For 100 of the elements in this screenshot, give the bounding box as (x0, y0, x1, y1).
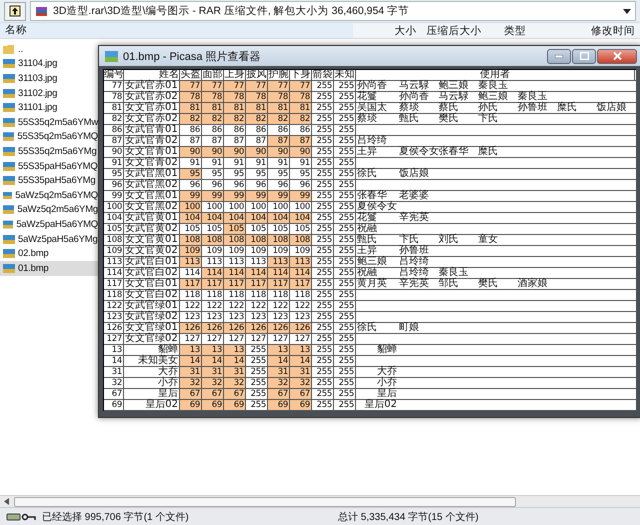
table-cell: 255 (334, 81, 356, 91)
column-header[interactable]: 名称 (0, 23, 354, 38)
table-cell: 81 (290, 103, 312, 113)
file-item[interactable]: 01.bmp (0, 260, 98, 276)
table-cell-text: 秦良玉 (516, 92, 548, 102)
table-cell-text: 花鬘 (356, 92, 378, 102)
table-cell: 78 (224, 92, 246, 102)
file-item[interactable]: 55S35q2m5a6YMw (0, 114, 98, 130)
table-header: 未知 (334, 70, 356, 80)
window-title: 01.bmp - Picasa 照片查看器 (123, 50, 262, 64)
file-item[interactable]: 5aWz5q2m5a6YMQ (0, 188, 98, 203)
table-cell: 99 (202, 191, 224, 201)
file-item[interactable]: 55S35paH5a6YMg (0, 173, 98, 188)
table-header: 面部 (202, 70, 224, 80)
table-cell: 109 (224, 246, 246, 256)
table-cell: 255 (312, 268, 334, 278)
table-cell: 32 (180, 378, 202, 388)
table-cell-text: 老婆婆 (398, 191, 430, 201)
table-cell: 126 (268, 323, 290, 333)
file-item[interactable]: 31103.jpg (0, 71, 98, 86)
table-cell-text: 饭店娘 (398, 169, 430, 179)
table-cell: 255 (312, 136, 334, 146)
table-cell: 91 (246, 158, 268, 168)
table-cell: 105 (268, 224, 290, 234)
column-header[interactable]: 类型 (498, 24, 586, 38)
table-cell: 118 (202, 290, 224, 300)
table-cell: 255 (334, 246, 356, 256)
file-item[interactable]: 5aWz5paH5a6YMQ (0, 217, 98, 232)
file-item[interactable]: 5aWz5q2m5a6YMg (0, 202, 98, 218)
address-field[interactable]: 3D造型.rar\3D造型\编号图示 - RAR 压缩文件, 解包大小为 36,460,954 字节 (30, 1, 636, 21)
table-cell: 255 (334, 400, 356, 410)
table-cell: 118 (268, 290, 290, 300)
table-cell: 女文官绿02 (124, 334, 180, 344)
table-cell: 32 (202, 378, 224, 388)
table-cell: 14 (104, 356, 124, 366)
table-cell: 108 (224, 235, 246, 245)
table-cell: 95 (180, 169, 202, 179)
column-header[interactable]: 修改时间 (586, 24, 640, 38)
table-cell: 109 (104, 246, 124, 256)
table-cell: 117 (180, 279, 202, 289)
file-item[interactable]: 31104.jpg (0, 56, 98, 72)
file-item[interactable]: .. (0, 42, 98, 57)
table-cell-text: 孙鲁班 (398, 246, 430, 256)
table-cell: 122 (290, 301, 312, 311)
table-cell-text: 蔡琰 (356, 114, 378, 124)
column-header[interactable]: 压缩后大小 (421, 24, 499, 38)
table-cell: 67 (224, 389, 246, 399)
table-cell: 13 (180, 345, 202, 355)
file-item[interactable]: 31102.jpg (0, 86, 98, 100)
table-cell: 117 (290, 279, 312, 289)
table-cell: 117 (224, 279, 246, 289)
table-cell: 113 (104, 257, 124, 267)
file-item[interactable]: 55S35q2m5a6YMg (0, 144, 98, 159)
table-cell: 255 (312, 169, 334, 179)
table-cell-text: 吕玲绮 (356, 136, 388, 146)
table-header: 下身 (290, 70, 312, 80)
table-header: 护腕 (268, 70, 290, 80)
table-cell: 100 (104, 202, 124, 212)
table-cell: 127 (246, 334, 268, 344)
table-cell: 122 (104, 301, 124, 311)
table-cell-text: 花鬘 (356, 213, 378, 223)
file-item[interactable]: 55S35q2m5a6YMQ (0, 130, 98, 144)
table-cell-text: 孙鲁班 (516, 103, 548, 113)
table-cell: 14 (202, 356, 224, 366)
table-cell-text: 秦良玉 (477, 81, 509, 91)
table-cell: 31 (180, 367, 202, 377)
table-cell: 14 (268, 356, 290, 366)
table-cell: 255 (312, 235, 334, 245)
file-item[interactable]: 5aWz5paH5a6YMg (0, 232, 98, 246)
table-cell-text: 甄氏 (356, 235, 378, 245)
table-cell: 87 (290, 136, 312, 146)
table-cell-text: 卞氏 (398, 235, 419, 245)
table-cell: 91 (180, 158, 202, 168)
table-cell: 90 (246, 147, 268, 157)
table-cell: 255 (312, 147, 334, 157)
file-item[interactable]: 55S35paH5a6YMQ (0, 158, 98, 174)
table-cell: 69 (290, 400, 312, 410)
file-item[interactable]: 31101.jpg (0, 100, 98, 115)
column-header[interactable]: 大小 (353, 24, 422, 38)
address-path: 3D造型.rar\3D造型\编号图示 - RAR 压缩文件, 解包大小为 36,460,954 字节 (53, 4, 410, 18)
table-cell: 104 (202, 213, 224, 223)
table-cell: 255 (334, 312, 356, 322)
file-item[interactable]: 02.bmp (0, 246, 98, 261)
table-cell: 255 (312, 213, 334, 223)
table-cell: 114 (246, 268, 268, 278)
table-cell: 255 (334, 158, 356, 168)
table-cell: 123 (246, 312, 268, 322)
table-header: 姓名 (124, 70, 180, 80)
table-cell: 100 (290, 202, 312, 212)
table-cell: 126 (180, 323, 202, 333)
table-cell: 118 (246, 290, 268, 300)
table-cell: 67 (268, 389, 290, 399)
table-cell: 114 (224, 268, 246, 278)
table-cell: 105 (104, 224, 124, 234)
table-cell: 86 (268, 125, 290, 135)
table-cell-text: 张春华 (438, 147, 470, 157)
table-cell: 109 (180, 246, 202, 256)
table-cell: 女武官绿01 (124, 301, 180, 311)
table-cell: 91 (224, 158, 246, 168)
table-cell: 255 (334, 202, 356, 212)
